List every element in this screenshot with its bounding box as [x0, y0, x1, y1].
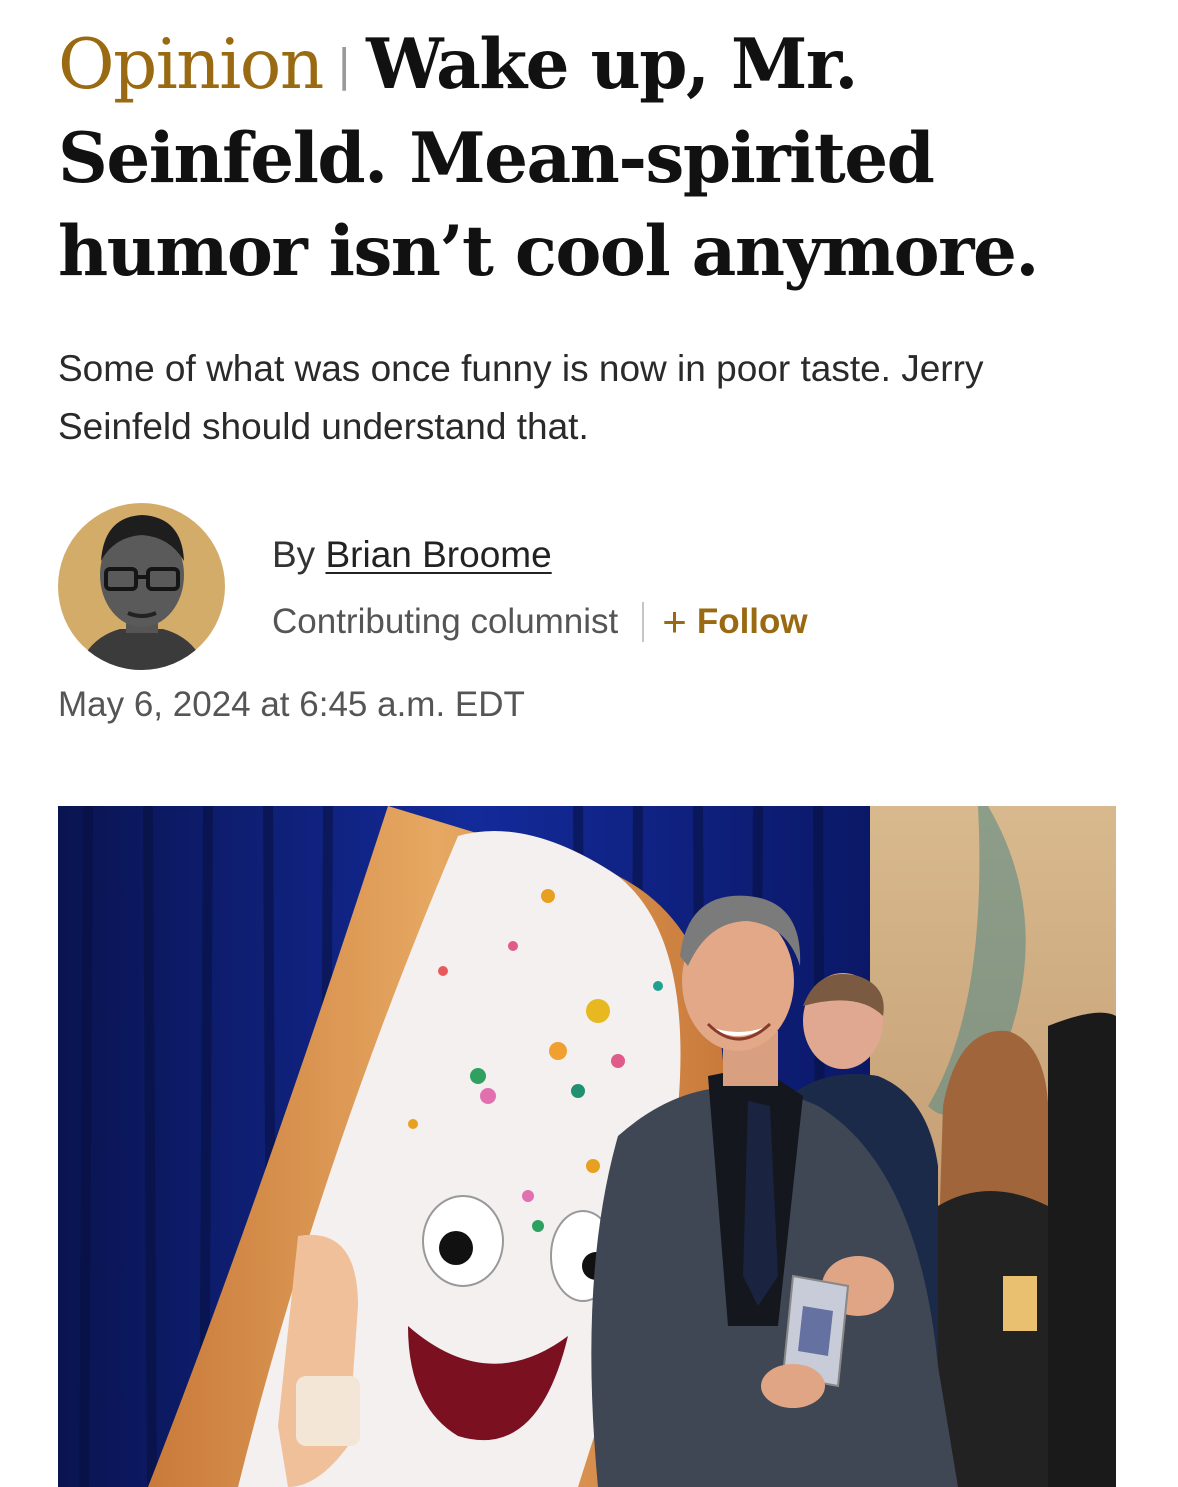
lead-photo-image — [58, 806, 1116, 1487]
follow-button[interactable]: + Follow — [662, 601, 807, 643]
author-link[interactable]: Brian Broome — [325, 534, 551, 575]
author-avatar[interactable] — [58, 503, 225, 670]
author-meta: Contributing columnist + Follow — [272, 598, 808, 646]
headline: Opinion | Wake up, Mr. Seinfeld. Mean-spir… — [58, 18, 1138, 298]
plus-icon: + — [662, 598, 687, 645]
meta-divider — [642, 602, 645, 642]
opinion-kicker[interactable]: Opinion — [58, 25, 324, 105]
byline: By Brian Broome — [272, 534, 552, 576]
lead-photo[interactable] — [58, 806, 1116, 1487]
kicker-separator: | — [336, 40, 352, 91]
follow-label: Follow — [696, 602, 808, 641]
publish-date: May 6, 2024 at 6:45 a.m. EDT — [58, 685, 525, 724]
byline-prefix: By — [272, 534, 316, 575]
author-role: Contributing columnist — [272, 602, 619, 641]
author-portrait — [78, 515, 206, 670]
subheadline: Some of what was once funny is now in po… — [58, 348, 984, 447]
